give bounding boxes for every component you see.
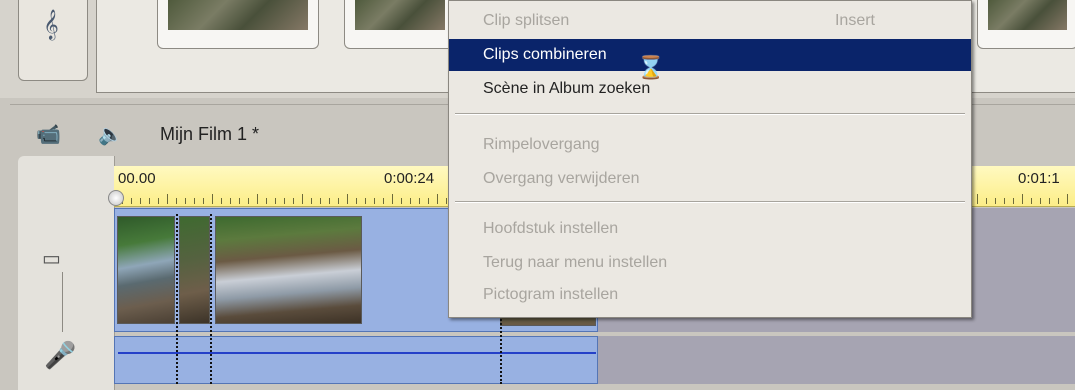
ruler-tick bbox=[446, 198, 447, 204]
ruler-tick bbox=[239, 198, 240, 204]
ruler-tick bbox=[221, 198, 222, 204]
context-menu: Clip splitsen Insert Clips combineren Sc… bbox=[448, 0, 972, 318]
ruler-label: 0:01:1 bbox=[1018, 170, 1060, 187]
menu-item-pictogram-instellen[interactable]: Pictogram instellen bbox=[449, 279, 971, 311]
ruler-tick bbox=[1067, 194, 1068, 204]
divider bbox=[62, 272, 63, 332]
ruler-tick bbox=[1022, 194, 1023, 204]
ruler-tick bbox=[284, 198, 285, 204]
hourglass-cursor-icon: ⌛ bbox=[637, 55, 665, 80]
ruler-tick bbox=[401, 198, 402, 204]
ruler-tick bbox=[293, 198, 294, 204]
scene-image bbox=[168, 0, 308, 30]
ruler-label: 00.00 bbox=[118, 170, 156, 187]
video-clip[interactable] bbox=[215, 216, 362, 324]
menu-item-label: Hoofdstuk instellen bbox=[483, 220, 619, 237]
ruler-label: 0:00:24 bbox=[384, 170, 435, 187]
ruler-tick bbox=[131, 198, 132, 204]
ruler-tick bbox=[248, 198, 249, 204]
ruler-tick bbox=[419, 198, 420, 204]
menu-item-label: Terug naar menu instellen bbox=[483, 254, 668, 271]
speaker-icon[interactable]: 🔈 bbox=[98, 122, 123, 147]
menu-item-hoofdstuk-instellen[interactable]: Hoofdstuk instellen bbox=[449, 213, 971, 245]
microphone-icon[interactable]: 🎤 bbox=[44, 340, 76, 371]
ruler-tick bbox=[275, 198, 276, 204]
scene-image bbox=[355, 0, 445, 30]
clip-boundary bbox=[210, 214, 212, 384]
ruler-tick bbox=[383, 198, 384, 204]
menu-item-label: Overgang verwijderen bbox=[483, 170, 640, 187]
playhead-handle[interactable] bbox=[108, 190, 124, 206]
ruler-tick bbox=[167, 194, 168, 204]
audio-track-empty[interactable] bbox=[598, 336, 1075, 384]
menu-item-label: Scène in Album zoeken bbox=[483, 80, 651, 97]
ruler-tick bbox=[185, 198, 186, 204]
menu-item-label: Rimpelovergang bbox=[483, 136, 600, 153]
ruler-tick bbox=[347, 194, 348, 204]
menu-item-terug-naar-menu-instellen[interactable]: Terug naar menu instellen bbox=[449, 247, 971, 279]
menu-item-clips-combineren[interactable]: Clips combineren bbox=[449, 39, 971, 71]
video-clip[interactable] bbox=[179, 216, 210, 324]
menu-item-label: Clips combineren bbox=[483, 46, 607, 63]
menu-item-label: Clip splitsen bbox=[483, 12, 570, 29]
album-scene-thumbnail[interactable] bbox=[344, 0, 456, 49]
album-scene-thumbnail[interactable] bbox=[157, 0, 319, 49]
video-clip[interactable] bbox=[117, 216, 175, 324]
ruler-tick bbox=[995, 198, 996, 204]
ruler-tick bbox=[329, 198, 330, 204]
menu-item-overgang-verwijderen[interactable]: Overgang verwijderen bbox=[449, 163, 971, 195]
menu-item-clip-splitsen[interactable]: Clip splitsen Insert bbox=[449, 5, 971, 37]
menu-item-rimpelovergang[interactable]: Rimpelovergang bbox=[449, 129, 971, 161]
audio-volume-line[interactable] bbox=[118, 352, 596, 354]
ruler-tick bbox=[986, 198, 987, 204]
ruler-tick bbox=[212, 194, 213, 204]
menu-item-label: Pictogram instellen bbox=[483, 286, 619, 303]
menu-separator bbox=[455, 113, 965, 115]
scene-image bbox=[988, 0, 1067, 30]
music-note-icon: 𝄞 bbox=[43, 9, 59, 39]
ruler-tick bbox=[392, 194, 393, 204]
ruler-tick bbox=[176, 198, 177, 204]
ruler-tick bbox=[302, 194, 303, 204]
ruler-tick bbox=[1040, 198, 1041, 204]
camera-view-icon[interactable]: 📹 bbox=[36, 122, 61, 147]
album-scene-thumbnail[interactable] bbox=[977, 0, 1075, 49]
ruler-tick bbox=[149, 198, 150, 204]
menu-item-scene-in-album-zoeken[interactable]: Scène in Album zoeken bbox=[449, 73, 971, 105]
ruler-tick bbox=[194, 198, 195, 204]
ruler-tick bbox=[374, 198, 375, 204]
ruler-tick bbox=[1031, 198, 1032, 204]
audio-track[interactable] bbox=[114, 336, 598, 384]
ruler-tick bbox=[437, 194, 438, 204]
ruler-tick bbox=[230, 198, 231, 204]
movie-title: Mijn Film 1 * bbox=[160, 124, 260, 144]
ruler-tick bbox=[365, 198, 366, 204]
ruler-tick bbox=[1049, 198, 1050, 204]
ruler-tick bbox=[338, 198, 339, 204]
ruler-tick bbox=[1004, 198, 1005, 204]
ruler-tick bbox=[311, 198, 312, 204]
ruler-tick bbox=[257, 194, 258, 204]
ruler-tick bbox=[977, 194, 978, 204]
ruler-tick bbox=[203, 198, 204, 204]
clip-boundary bbox=[176, 214, 178, 384]
ruler-tick bbox=[356, 198, 357, 204]
ruler-tick bbox=[320, 198, 321, 204]
ruler-tick bbox=[140, 198, 141, 204]
video-track-icon[interactable]: ▭ bbox=[42, 246, 61, 271]
menu-separator bbox=[455, 201, 965, 203]
ruler-tick bbox=[158, 198, 159, 204]
ruler-tick bbox=[428, 198, 429, 204]
ruler-tick bbox=[410, 198, 411, 204]
ruler-tick bbox=[266, 198, 267, 204]
menu-item-shortcut: Insert bbox=[834, 12, 875, 29]
ruler-tick bbox=[1013, 198, 1014, 204]
ruler-tick bbox=[1058, 198, 1059, 204]
